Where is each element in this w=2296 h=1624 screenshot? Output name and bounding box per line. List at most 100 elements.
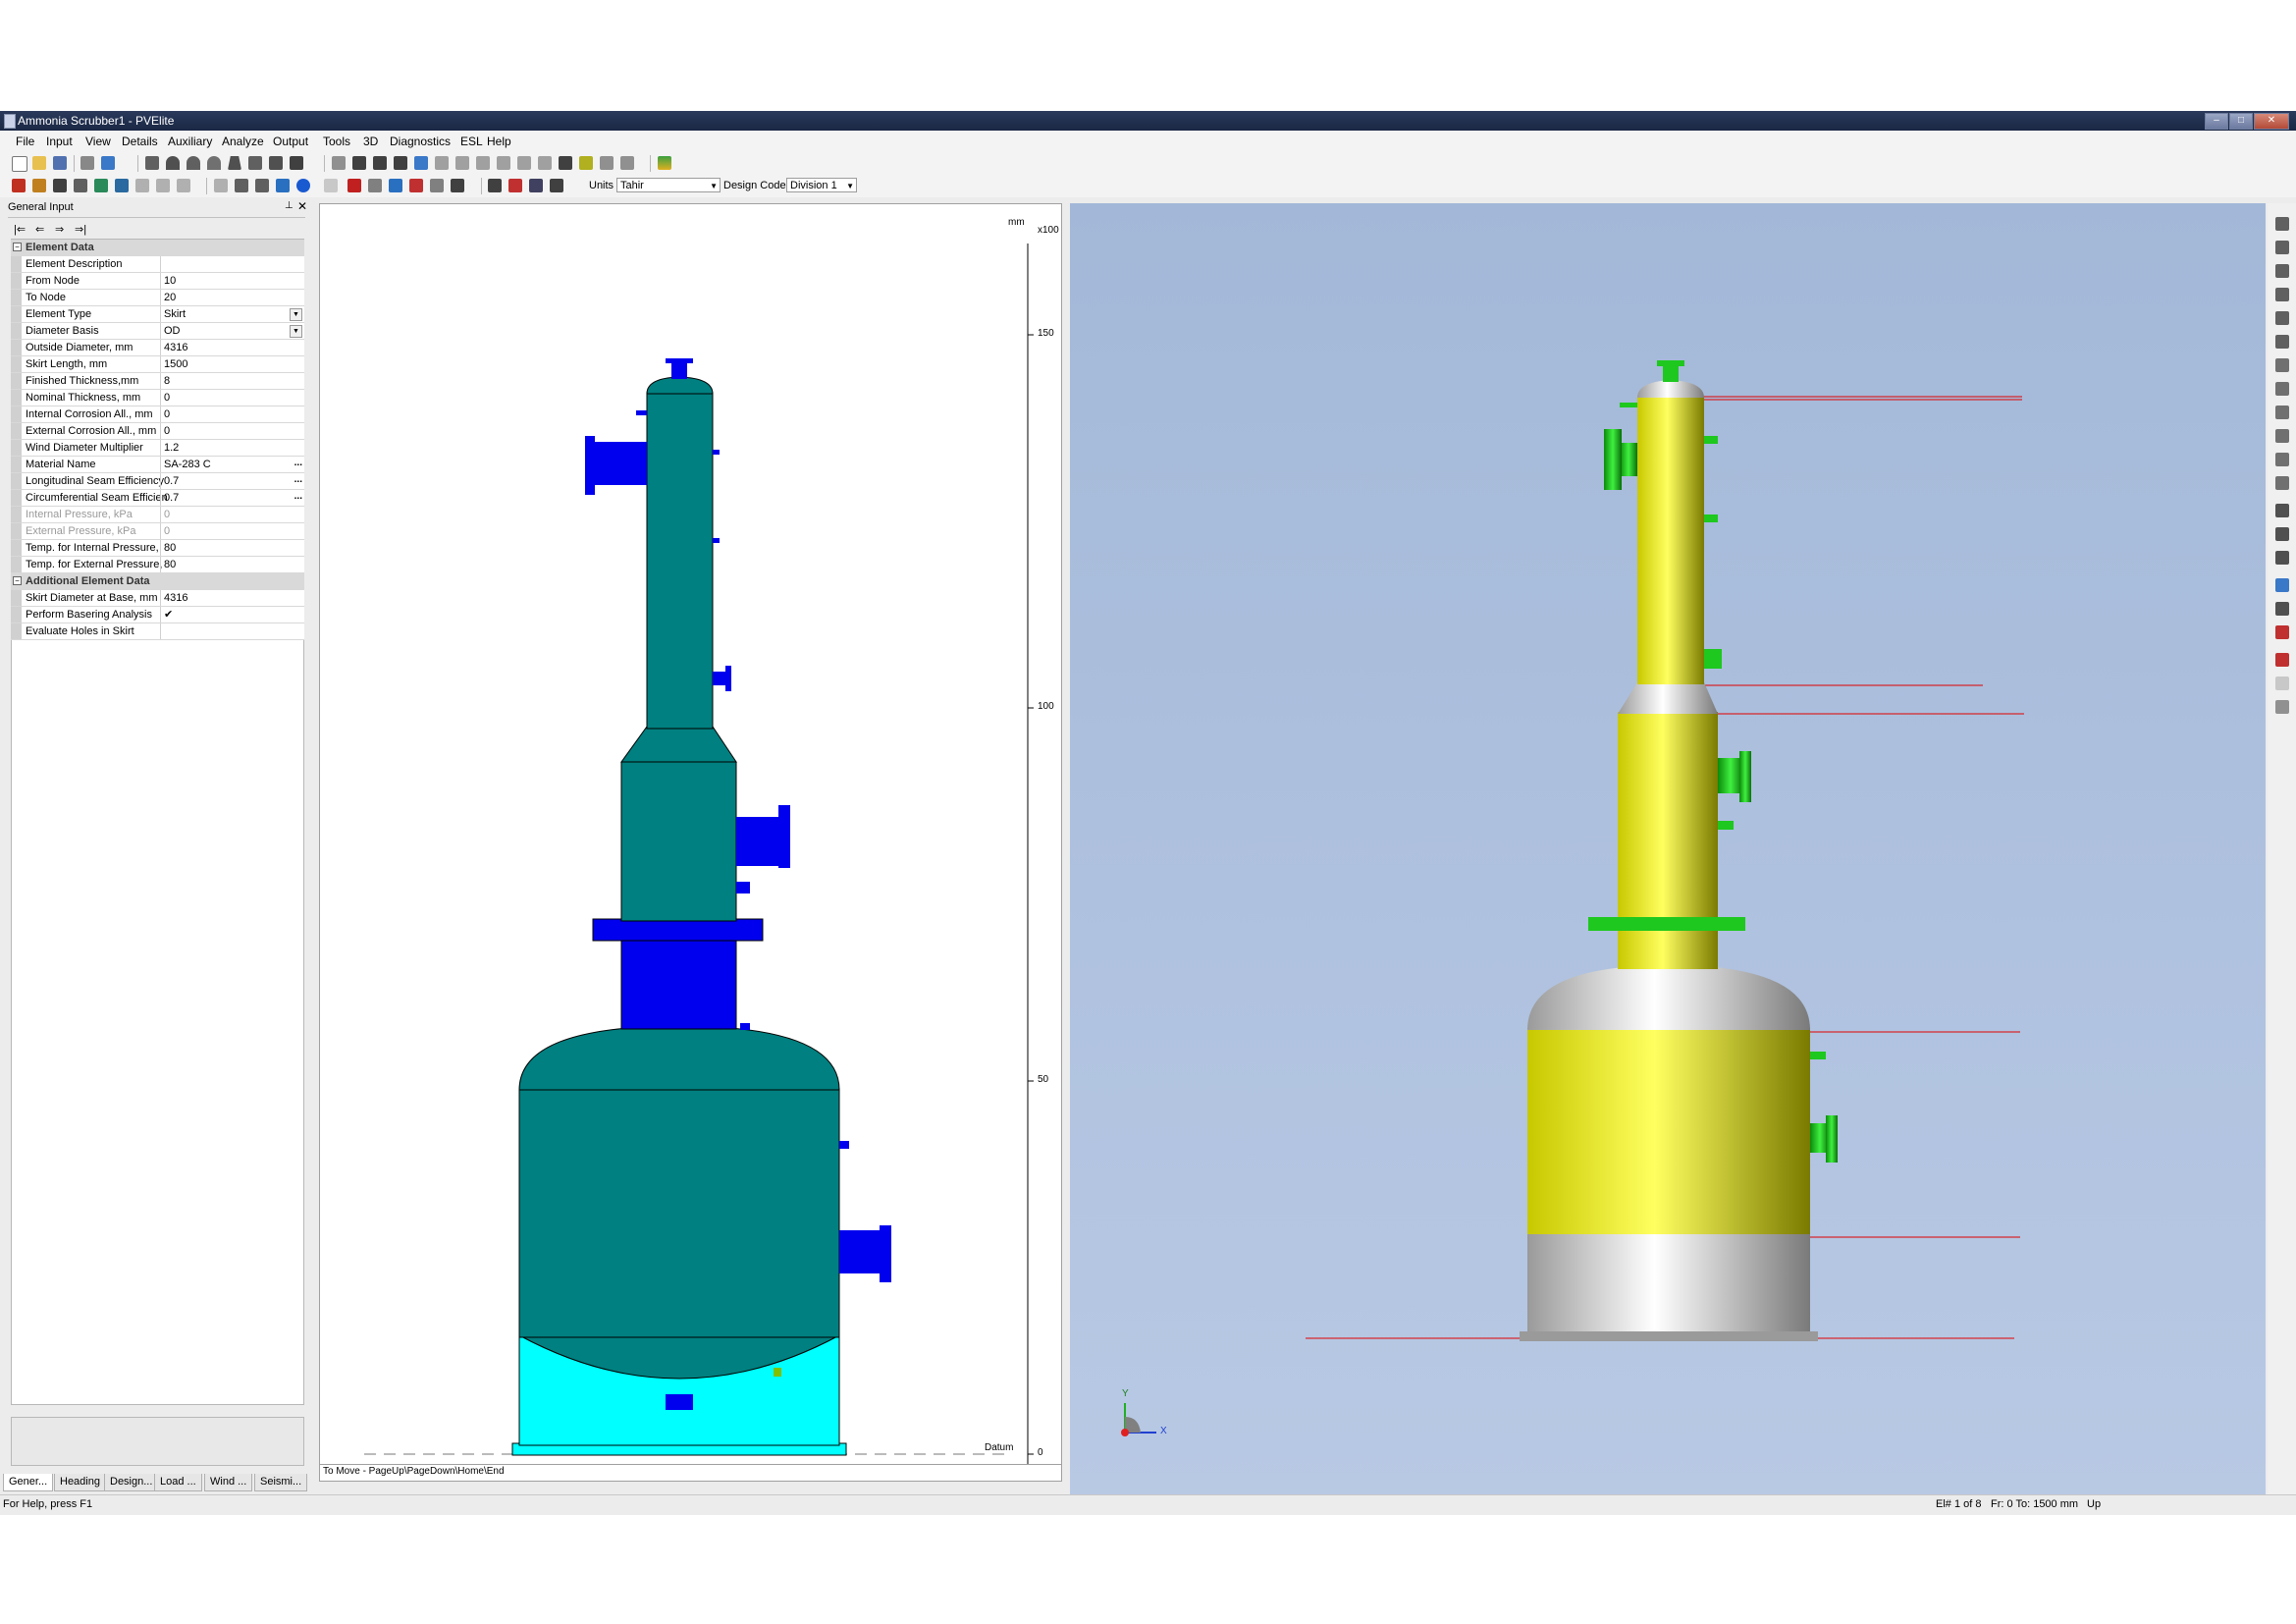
skirt-length-field[interactable]: 1500 xyxy=(160,356,304,372)
walk-icon[interactable] xyxy=(2275,551,2289,565)
nav-first-button[interactable]: |⇐ xyxy=(14,223,26,236)
menu-details[interactable]: Details xyxy=(122,135,158,148)
rotate-icon[interactable] xyxy=(409,179,423,192)
row-circumferential-seam-efficiency[interactable]: Circumferential Seam Efficiency 0.7 ... xyxy=(11,490,304,507)
elliptical-head-icon[interactable] xyxy=(166,156,180,170)
close-icon[interactable]: ✕ xyxy=(297,199,307,213)
measure-icon[interactable] xyxy=(451,179,464,192)
ring-icon[interactable] xyxy=(115,179,129,192)
settings-icon[interactable] xyxy=(550,179,563,192)
platform-icon[interactable] xyxy=(476,156,490,170)
print-icon[interactable] xyxy=(80,156,94,170)
row-to-node[interactable]: To Node 20 xyxy=(11,290,304,306)
packing-icon[interactable] xyxy=(497,156,510,170)
open-folder-icon[interactable] xyxy=(32,156,46,170)
delete-element-icon[interactable] xyxy=(373,156,387,170)
temp-external-pressure-field[interactable]: 80 xyxy=(160,557,304,572)
chevron-down-icon[interactable]: ▼ xyxy=(290,308,302,321)
menu-esl[interactable]: ESL xyxy=(460,135,483,148)
longitudinal-seam-efficiency-field[interactable]: 0.7 xyxy=(160,473,304,489)
insulation-icon[interactable] xyxy=(517,156,531,170)
temp-internal-pressure-field[interactable]: 80 xyxy=(160,540,304,556)
tab-design[interactable]: Design... xyxy=(104,1474,159,1491)
copy-view-icon[interactable] xyxy=(2275,677,2289,690)
maximize-button[interactable]: □ xyxy=(2229,113,2253,130)
split-element-icon[interactable] xyxy=(352,156,366,170)
category-element-data[interactable]: − Element Data xyxy=(11,240,304,256)
row-skirt-diameter-at-base[interactable]: Skirt Diameter at Base, mm 4316 xyxy=(11,590,304,607)
row-perform-basering-analysis[interactable]: Perform Basering Analysis ✔ xyxy=(11,607,304,623)
tray-icon[interactable] xyxy=(620,156,634,170)
collapse-icon[interactable]: − xyxy=(13,576,22,585)
view-side-icon[interactable] xyxy=(255,179,269,192)
flip-element-icon[interactable] xyxy=(394,156,407,170)
material-name-field[interactable]: SA-283 C xyxy=(160,457,304,472)
menu-view[interactable]: View xyxy=(85,135,111,148)
view-left-icon[interactable] xyxy=(2275,288,2289,301)
orbit-icon[interactable] xyxy=(2275,504,2289,517)
wind-icon[interactable] xyxy=(177,179,190,192)
report-icon[interactable] xyxy=(347,179,361,192)
row-nominal-thickness[interactable]: Nominal Thickness, mm 0 xyxy=(11,390,304,406)
pin-icon[interactable]: ⊥ xyxy=(285,200,294,211)
view-sw-icon[interactable] xyxy=(2275,406,2289,419)
units-dropdown[interactable]: Tahir ▼ xyxy=(616,178,721,192)
view-3d-icon[interactable] xyxy=(276,179,290,192)
nav-last-button[interactable]: ⇒| xyxy=(75,223,86,236)
chevron-down-icon[interactable]: ▼ xyxy=(290,325,302,338)
nominal-thickness-field[interactable]: 0 xyxy=(160,390,304,406)
diameter-basis-select[interactable]: OD xyxy=(160,323,304,339)
nozzle-icon[interactable] xyxy=(12,179,26,192)
view-right-icon[interactable] xyxy=(2275,311,2289,325)
row-internal-corrosion[interactable]: Internal Corrosion All., mm 0 xyxy=(11,406,304,423)
close-button[interactable]: ✕ xyxy=(2254,113,2289,130)
row-longitudinal-seam-efficiency[interactable]: Longitudinal Seam Efficiency 0.7 ... xyxy=(11,473,304,490)
view-ne-icon[interactable] xyxy=(2275,429,2289,443)
minimize-button[interactable]: – xyxy=(2205,113,2228,130)
to-node-field[interactable]: 20 xyxy=(160,290,304,305)
menu-3d[interactable]: 3D xyxy=(363,135,378,148)
skirt-icon[interactable] xyxy=(269,156,283,170)
force-icon[interactable] xyxy=(455,156,469,170)
render-view-3d[interactable]: Y X xyxy=(1070,203,2266,1496)
material-icon[interactable] xyxy=(508,179,522,192)
body-flange-icon[interactable] xyxy=(290,156,303,170)
print-view-icon[interactable] xyxy=(2275,653,2289,667)
spherical-head-icon[interactable] xyxy=(207,156,221,170)
wireframe-icon[interactable] xyxy=(324,179,338,192)
row-outside-diameter[interactable]: Outside Diameter, mm 4316 xyxy=(11,340,304,356)
tab-seismic[interactable]: Seismi... xyxy=(254,1474,308,1491)
help-icon[interactable] xyxy=(101,156,115,170)
row-material-name[interactable]: Material Name SA-283 C ... xyxy=(11,457,304,473)
pan-icon[interactable] xyxy=(2275,527,2289,541)
tab-general[interactable]: Gener... xyxy=(3,1474,54,1491)
external-corrosion-field[interactable]: 0 xyxy=(160,423,304,439)
dimension-icon[interactable] xyxy=(488,179,502,192)
ellipsis-button[interactable]: ... xyxy=(294,458,302,468)
zoom-window-icon[interactable] xyxy=(2275,476,2289,490)
outside-diameter-field[interactable]: 4316 xyxy=(160,340,304,355)
elevation-view-2d[interactable]: mm x100 150 100 50 0 Datum To Move - Pag… xyxy=(319,203,1062,1482)
from-node-field[interactable]: 10 xyxy=(160,273,304,289)
view-iso-icon[interactable] xyxy=(2275,217,2289,231)
render-icon[interactable] xyxy=(296,179,310,192)
new-file-icon[interactable] xyxy=(12,156,27,172)
menu-help[interactable]: Help xyxy=(487,135,511,148)
internal-corrosion-field[interactable]: 0 xyxy=(160,406,304,422)
leg-icon[interactable] xyxy=(74,179,87,192)
category-additional-element-data[interactable]: − Additional Element Data xyxy=(11,573,304,590)
view-top-icon[interactable] xyxy=(235,179,248,192)
weight-icon[interactable] xyxy=(435,156,449,170)
ellipsis-button[interactable]: ... xyxy=(294,474,302,485)
lining-icon[interactable] xyxy=(538,156,552,170)
cylinder-icon[interactable] xyxy=(145,156,159,170)
view-bottom-icon[interactable] xyxy=(2275,358,2289,372)
nav-next-button[interactable]: ⇒ xyxy=(55,223,64,236)
design-code-dropdown[interactable]: Division 1 ▼ xyxy=(786,178,857,192)
basering-analysis-checkbox[interactable]: ✔ xyxy=(160,607,304,623)
clip-icon[interactable] xyxy=(135,179,149,192)
fit-icon[interactable] xyxy=(430,179,444,192)
tab-wind[interactable]: Wind ... xyxy=(204,1474,253,1491)
pan-icon[interactable] xyxy=(389,179,402,192)
element-description-field[interactable] xyxy=(160,256,304,272)
